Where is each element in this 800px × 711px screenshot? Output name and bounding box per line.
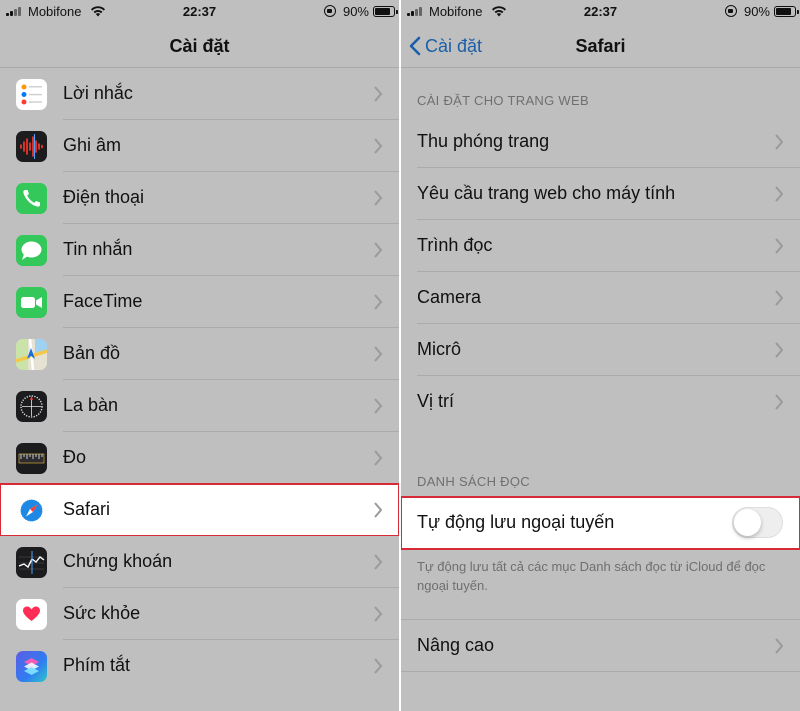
chevron-right-icon — [374, 86, 383, 102]
phone-icon — [16, 183, 47, 214]
settings-item-label: Đo — [63, 447, 87, 467]
safari-item-label: Thu phóng trang — [417, 131, 550, 151]
compass-icon — [16, 391, 47, 422]
settings-item-measure[interactable]: Đo — [0, 432, 399, 484]
settings-item-label: Sức khỏe — [63, 603, 141, 623]
settings-item-label: Phím tắt — [63, 655, 131, 675]
rotation-lock-icon — [725, 5, 737, 17]
settings-item-facetime[interactable]: FaceTime — [0, 276, 399, 328]
chevron-right-icon — [374, 138, 383, 154]
safari-item-label: Yêu cầu trang web cho máy tính — [417, 183, 676, 203]
chevron-right-icon — [374, 450, 383, 466]
settings-item-label: Tin nhắn — [63, 239, 133, 259]
settings-item-label: Điện thoại — [63, 187, 145, 207]
section-header-websites: CÀI ĐẶT CHO TRANG WEB — [417, 93, 589, 108]
settings-item-label: FaceTime — [63, 291, 143, 311]
page-title: Safari — [575, 36, 626, 56]
settings-item-reminders[interactable]: Lời nhắc — [0, 68, 399, 120]
voice-memos-icon — [16, 131, 47, 162]
battery-icon — [373, 6, 398, 17]
status-bar: Mobifone 22:37 90% — [401, 0, 800, 24]
chevron-right-icon — [775, 186, 784, 202]
settings-item-shortcuts[interactable]: Phím tắt — [0, 640, 399, 692]
settings-item-compass[interactable]: La bàn — [0, 380, 399, 432]
safari-item-camera[interactable]: Camera — [401, 272, 800, 324]
chevron-right-icon — [374, 658, 383, 674]
settings-item-health[interactable]: Sức khỏe — [0, 588, 399, 640]
chevron-right-icon — [775, 238, 784, 254]
clock: 22:37 — [583, 4, 618, 19]
battery-icon — [774, 6, 799, 17]
nav-bar: Cài đặt Safari — [401, 24, 800, 68]
settings-list: Lời nhắc Ghi âm Điện thoại Tin nhắn Face… — [0, 68, 399, 692]
measure-icon — [16, 443, 47, 474]
chevron-right-icon — [374, 398, 383, 414]
chevron-right-icon — [374, 190, 383, 206]
safari-item-advanced[interactable]: Nâng cao — [401, 620, 800, 672]
messages-icon — [16, 235, 47, 266]
health-icon — [16, 599, 47, 630]
nav-bar: Cài đặt — [0, 24, 399, 68]
battery-percent: 90% — [342, 4, 369, 19]
battery-percent: 90% — [743, 4, 770, 19]
chevron-right-icon — [775, 134, 784, 150]
safari-item-auto-save-offline[interactable]: Tự động lưu ngoại tuyến — [401, 496, 800, 550]
chevron-right-icon — [775, 638, 784, 654]
safari-item-label: Trình đọc — [417, 235, 493, 255]
safari-item-label: Vị trí — [417, 391, 455, 411]
safari-item-request-desktop-site[interactable]: Yêu cầu trang web cho máy tính — [401, 168, 800, 220]
safari-item-reader[interactable]: Trình đọc — [401, 220, 800, 272]
safari-item-label: Tự động lưu ngoại tuyến — [417, 512, 615, 532]
page-title: Cài đặt — [169, 36, 230, 56]
settings-item-messages[interactable]: Tin nhắn — [0, 224, 399, 276]
settings-item-label: Safari — [63, 499, 111, 519]
chevron-right-icon — [374, 346, 383, 362]
safari-item-label: Nâng cao — [417, 635, 495, 655]
safari-item-label: Micrô — [417, 339, 461, 359]
safari-item-page-zoom[interactable]: Thu phóng trang — [401, 116, 800, 168]
toggle-knob — [734, 509, 761, 536]
reading-list-footer: Tự động lưu tất cả các mục Danh sách đọc… — [417, 559, 766, 593]
settings-panel: Mobifone 22:37 90% Cài đặt Lời nhắc Ghi … — [0, 0, 399, 711]
settings-item-stocks[interactable]: Chứng khoán — [0, 536, 399, 588]
maps-icon — [16, 339, 47, 370]
chevron-right-icon — [374, 242, 383, 258]
settings-item-label: Bản đồ — [63, 343, 121, 363]
section-header-reading-list: DANH SÁCH ĐỌC — [417, 474, 530, 489]
settings-item-safari[interactable]: Safari — [0, 483, 399, 537]
advanced-settings-list: Nâng cao — [401, 619, 800, 672]
reminders-icon — [16, 79, 47, 110]
settings-item-voice-memos[interactable]: Ghi âm — [0, 120, 399, 172]
settings-item-label: Lời nhắc — [63, 83, 133, 103]
website-settings-list: Thu phóng trang Yêu cầu trang web cho má… — [401, 116, 800, 428]
chevron-right-icon — [775, 342, 784, 358]
chevron-right-icon — [775, 394, 784, 410]
settings-item-label: La bàn — [63, 395, 119, 415]
safari-item-microphone[interactable]: Micrô — [401, 324, 800, 376]
auto-save-offline-toggle[interactable] — [732, 507, 783, 538]
status-bar: Mobifone 22:37 90% — [0, 0, 399, 24]
facetime-icon — [16, 287, 47, 318]
shortcuts-icon — [16, 651, 47, 682]
reading-list-settings: Tự động lưu ngoại tuyến — [401, 496, 800, 550]
safari-item-location[interactable]: Vị trí — [401, 376, 800, 428]
settings-item-label: Chứng khoán — [63, 551, 173, 571]
safari-icon — [16, 495, 47, 526]
settings-item-phone[interactable]: Điện thoại — [0, 172, 399, 224]
chevron-right-icon — [374, 606, 383, 622]
safari-item-label: Camera — [417, 287, 482, 307]
chevron-right-icon — [374, 502, 383, 518]
settings-item-maps[interactable]: Bản đồ — [0, 328, 399, 380]
stocks-icon — [16, 547, 47, 578]
clock: 22:37 — [182, 4, 217, 19]
chevron-right-icon — [374, 554, 383, 570]
chevron-right-icon — [775, 290, 784, 306]
safari-settings-panel: Mobifone 22:37 90% Cài đặt Safari CÀI ĐẶ… — [401, 0, 800, 711]
chevron-right-icon — [374, 294, 383, 310]
settings-item-label: Ghi âm — [63, 135, 122, 155]
rotation-lock-icon — [324, 5, 336, 17]
